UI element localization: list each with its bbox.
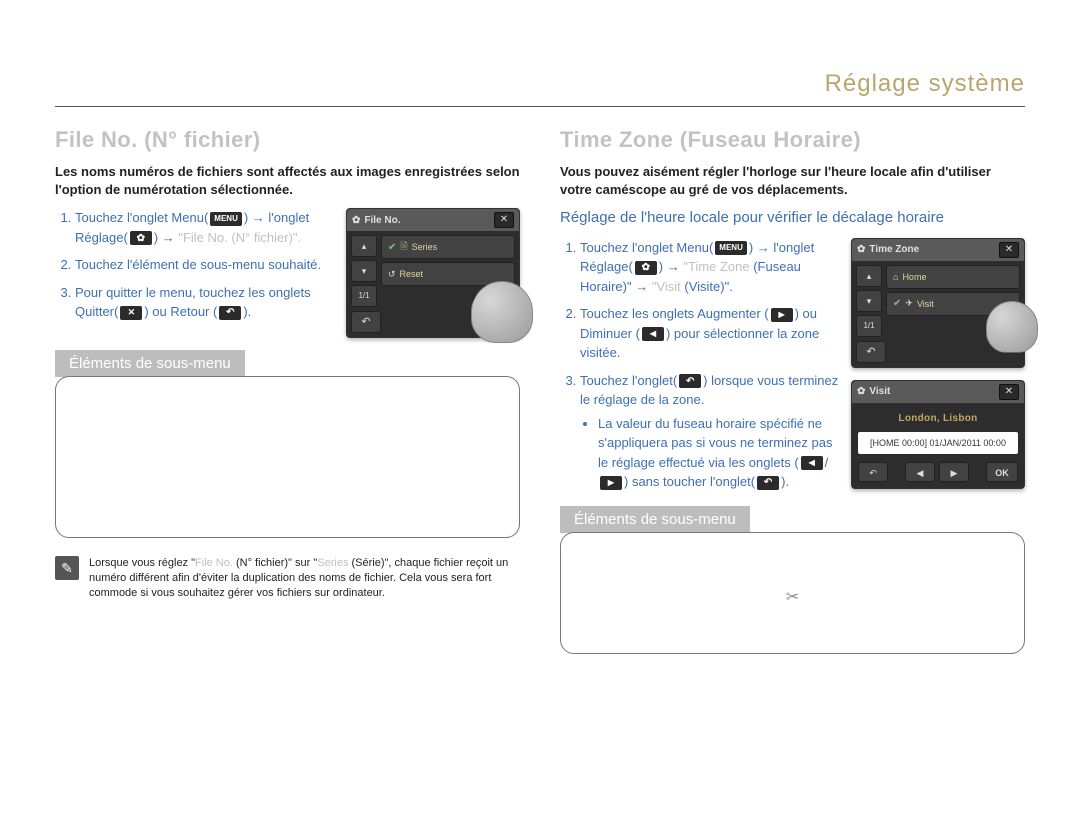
back-button[interactable]: ↶ xyxy=(856,341,886,363)
increase-icon[interactable] xyxy=(771,308,793,322)
intro-time-zone: Vous pouvez aisément régler l'horloge su… xyxy=(560,163,1025,198)
option-visit-label: Visit xyxy=(917,299,934,309)
option-home-label: Home xyxy=(902,272,926,282)
return-icon[interactable] xyxy=(679,374,701,388)
menu-icon[interactable]: MENU xyxy=(210,212,242,226)
screen-file-no: ✿ File No. ✕ ▴ ▾ 1/1 ✔ xyxy=(346,208,520,338)
option-reset-label: Reset xyxy=(400,269,424,279)
option-series-label: Series xyxy=(412,242,438,252)
return-icon[interactable] xyxy=(219,306,241,320)
back-button[interactable]: ↶ xyxy=(858,462,888,482)
finger-pointer xyxy=(471,281,533,343)
close-icon[interactable] xyxy=(120,306,142,320)
heading-time-zone: Time Zone (Fuseau Horaire) xyxy=(560,127,1025,153)
scroll-up-button[interactable]: ▴ xyxy=(351,235,377,257)
divider-top xyxy=(55,106,1025,107)
scroll-down-button[interactable]: ▾ xyxy=(856,290,882,312)
submenu-box-right: ✂ xyxy=(560,532,1025,654)
gear-icon[interactable] xyxy=(635,261,657,275)
close-icon[interactable]: ✕ xyxy=(999,242,1019,258)
page-indicator: 1/1 xyxy=(351,285,377,307)
scroll-down-button[interactable]: ▾ xyxy=(351,260,377,282)
right-column: Time Zone (Fuseau Horaire) Vous pouvez a… xyxy=(560,127,1025,654)
submenu-box-left xyxy=(55,376,520,538)
decrease-icon[interactable] xyxy=(642,327,664,341)
screen-visit-title: ✿ Visit xyxy=(857,386,890,397)
screen-time-zone: ✿ Time Zone ✕ ▴ ▾ 1/1 Home xyxy=(851,238,1025,368)
finger-pointer xyxy=(986,301,1038,353)
decrease-icon[interactable] xyxy=(801,456,823,470)
screen-tz-title: ✿ Time Zone xyxy=(857,244,919,255)
home-icon xyxy=(893,272,898,282)
close-icon[interactable]: ✕ xyxy=(494,212,514,228)
reset-icon xyxy=(388,269,396,280)
visit-datetime: [HOME 00:00] 01/JAN/2011 00:00 xyxy=(858,432,1018,454)
chapter-title: Réglage système xyxy=(55,70,1025,98)
menu-icon[interactable]: MENU xyxy=(715,241,747,255)
option-series[interactable]: ✔ 🗎 Series xyxy=(381,235,515,259)
submenu-title-right: Éléments de sous-menu xyxy=(560,506,750,533)
page-indicator: 1/1 xyxy=(856,315,882,337)
return-icon[interactable] xyxy=(757,476,779,490)
note-text: Lorsque vous réglez "File No. (N° fichie… xyxy=(89,556,520,601)
scroll-up-button[interactable]: ▴ xyxy=(856,265,882,287)
screen-visit: ✿ Visit ✕ London, Lisbon [HOME 00:00] 01… xyxy=(851,380,1025,489)
left-column: File No. (N° fichier) Les noms numéros d… xyxy=(55,127,520,654)
visit-city: London, Lisbon xyxy=(858,413,1018,424)
scissors-icon: ✂ xyxy=(786,587,799,607)
close-icon[interactable]: ✕ xyxy=(999,384,1019,400)
decrease-button[interactable]: ◀ xyxy=(905,462,935,482)
option-home[interactable]: Home xyxy=(886,265,1020,289)
check-icon: ✔ xyxy=(893,298,901,309)
note-icon: ✎ xyxy=(55,556,79,580)
ok-button[interactable]: OK xyxy=(986,462,1018,482)
gear-icon: ✿ xyxy=(857,244,865,255)
screen-file-no-title: ✿ File No. xyxy=(352,215,401,226)
increase-button[interactable]: ▶ xyxy=(939,462,969,482)
submenu-title-left: Éléments de sous-menu xyxy=(55,350,245,377)
subheading-local-time: Réglage de l'heure locale pour vérifier … xyxy=(560,208,1025,228)
gear-icon: ✿ xyxy=(857,386,865,397)
check-icon: ✔ xyxy=(388,242,396,253)
plane-icon xyxy=(905,298,913,309)
doc-icon: 🗎 xyxy=(400,239,407,255)
back-button[interactable]: ↶ xyxy=(351,311,381,333)
gear-icon[interactable] xyxy=(130,231,152,245)
gear-icon: ✿ xyxy=(352,215,360,226)
increase-icon[interactable] xyxy=(600,476,622,490)
intro-file-no: Les noms numéros de fichiers sont affect… xyxy=(55,163,520,198)
heading-file-no: File No. (N° fichier) xyxy=(55,127,520,153)
